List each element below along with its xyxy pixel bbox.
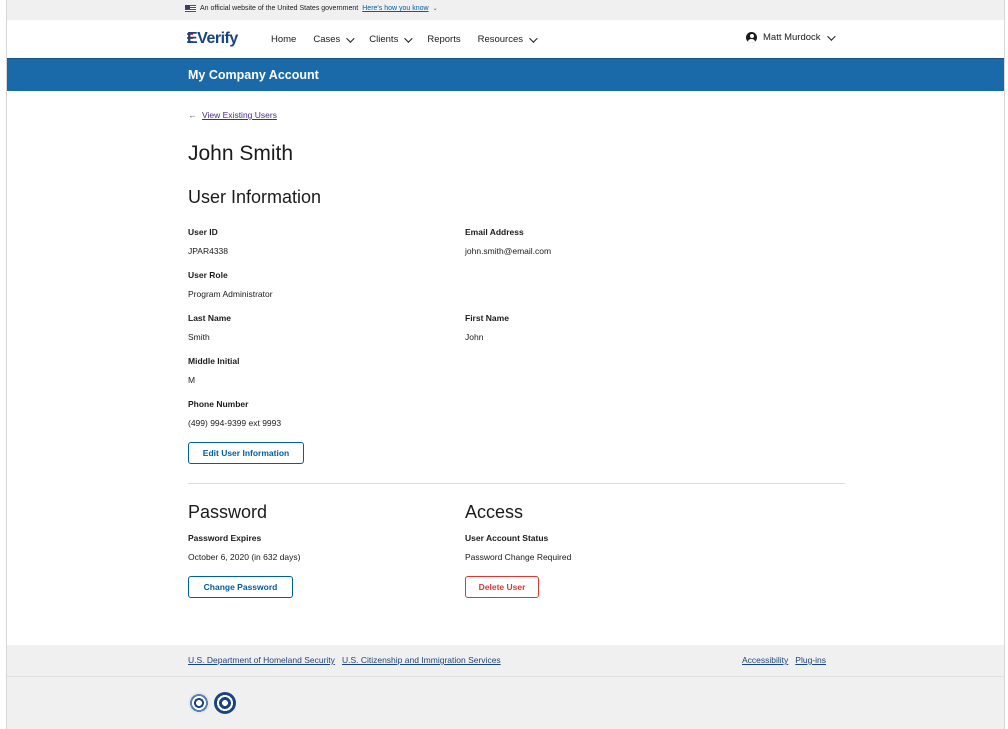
chevron-down-icon [404,33,413,43]
gov-banner: An official website of the United States… [7,0,1004,20]
chevron-down-icon [346,33,355,43]
nav-reports[interactable]: Reports [427,34,460,45]
main-nav: Home Cases Clients Reports Resources [271,33,552,45]
back-link[interactable]: ← View Existing Users [188,110,277,120]
dhs-seal-icon [188,692,210,714]
uscis-seal-icon [214,692,236,714]
footer-link-dhs[interactable]: U.S. Department of Homeland Security [188,655,335,665]
us-flag-icon [185,5,196,12]
chevron-down-icon[interactable]: ⌄ [433,5,438,12]
section-divider [188,483,845,484]
email-field: Email Address john.smith@email.com [465,227,551,256]
change-password-button[interactable]: Change Password [188,576,293,598]
nav-resources[interactable]: Resources [478,33,538,45]
nav-clients[interactable]: Clients [369,33,413,45]
page-band: My Company Account [7,58,1004,91]
user-role-field: User Role Program Administrator [188,270,273,299]
account-status-value: Password Change Required [465,552,572,562]
middle-initial-value: M [188,375,196,385]
first-name-label: First Name [465,313,509,323]
site-header: E Verify Home Cases Clients Reports Reso… [7,20,1004,58]
last-name-field: Last Name Smith [188,313,231,342]
user-id-field: User ID JPAR4338 [188,227,228,256]
footer-links-bar: U.S. Department of Homeland Security U.S… [7,645,1004,677]
last-name-label: Last Name [188,313,231,323]
access-title: Access [465,502,524,522]
footer-link-uscis[interactable]: U.S. Citizenship and Immigration Service… [342,655,501,665]
band-title: My Company Account [188,68,319,82]
password-expires-field: Password Expires October 6, 2020 (in 632… [188,533,300,562]
footer-seals [7,677,1004,729]
password-title: Password [188,502,268,522]
account-status-label: User Account Status [465,533,549,543]
last-name-value: Smith [188,332,210,342]
user-id-value: JPAR4338 [188,246,229,256]
email-label: Email Address [465,227,524,237]
middle-initial-label: Middle Initial [188,356,240,366]
first-name-field: First Name John [465,313,509,342]
user-role-label: User Role [188,270,228,280]
footer-link-accessibility[interactable]: Accessibility [742,655,788,665]
chevron-down-icon [529,33,538,43]
user-circle-icon [746,32,757,43]
phone-field: Phone Number (499) 994-9399 ext 9993 [188,399,281,428]
everify-logo[interactable]: E Verify [187,30,238,48]
phone-value: (499) 994-9399 ext 9993 [188,418,282,428]
email-value: john.smith@email.com [465,246,552,256]
first-name-value: John [465,332,484,342]
back-link-text[interactable]: View Existing Users [202,110,277,120]
page-title: John Smith [188,142,294,165]
footer-link-plugins[interactable]: Plug-ins [795,655,826,665]
middle-initial-field: Middle Initial M [188,356,239,385]
gov-banner-link[interactable]: Here's how you know [362,5,428,12]
user-info-title: User Information [188,187,322,207]
user-role-value: Program Administrator [188,289,273,299]
account-status-field: User Account Status Password Change Requ… [465,533,571,562]
user-menu[interactable]: Matt Murdock [746,31,836,43]
page-frame: An official website of the United States… [6,0,1005,729]
gov-banner-text: An official website of the United States… [200,5,359,12]
user-menu-name: Matt Murdock [763,32,821,43]
chevron-down-icon [826,31,836,41]
password-expires-value: October 6, 2020 (in 632 days) [188,552,301,562]
user-id-label: User ID [188,227,218,237]
arrow-left-icon: ← [188,110,197,120]
edit-user-info-button[interactable]: Edit User Information [188,442,304,464]
phone-label: Phone Number [188,399,249,409]
logo-e: E [187,30,198,47]
delete-user-button[interactable]: Delete User [465,576,539,598]
nav-cases[interactable]: Cases [313,33,355,45]
password-expires-label: Password Expires [188,533,262,543]
logo-text: Verify [197,30,238,47]
nav-home[interactable]: Home [271,34,296,45]
